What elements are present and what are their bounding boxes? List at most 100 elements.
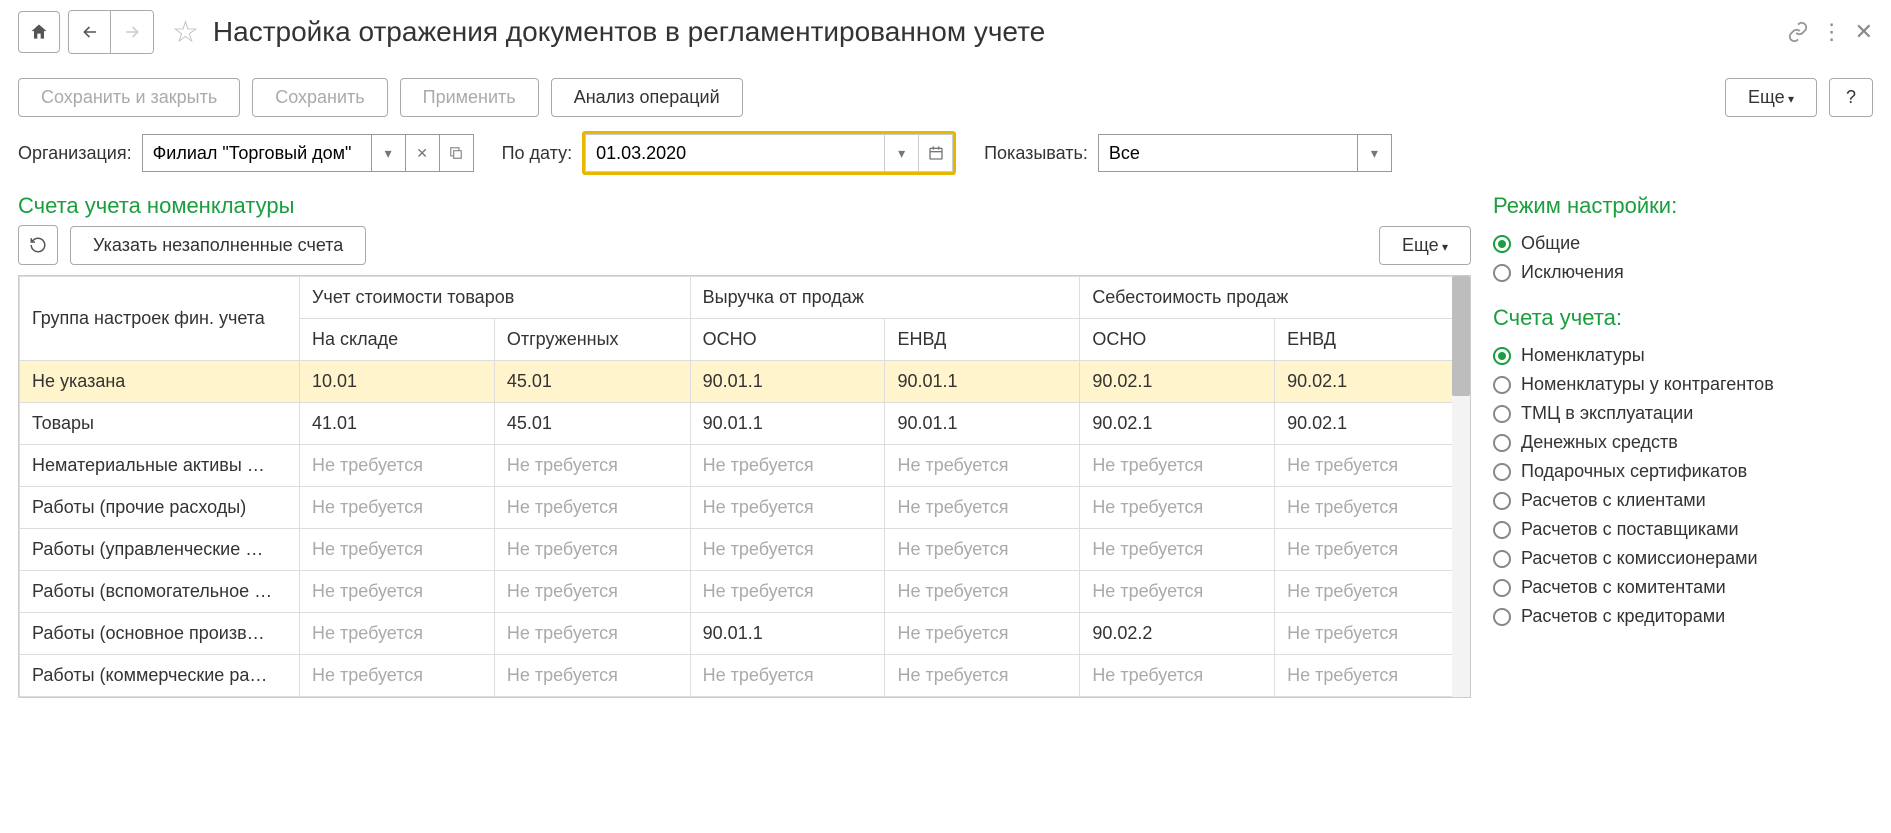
table-cell[interactable]: 90.02.1 [1275,361,1470,403]
accounts-option[interactable]: Расчетов с кредиторами [1493,606,1873,627]
col-cogs[interactable]: Себестоимость продаж [1080,277,1470,319]
table-row[interactable]: Работы (управленческие …Не требуетсяНе т… [20,529,1470,571]
table-cell[interactable]: 90.02.2 [1080,613,1275,655]
table-cell[interactable]: Не требуется [300,613,495,655]
col-revenue[interactable]: Выручка от продаж [690,277,1080,319]
col-cogs-osno[interactable]: ОСНО [1080,319,1275,361]
help-button[interactable]: ? [1829,78,1873,117]
table-cell[interactable]: Не требуется [1080,571,1275,613]
table-cell[interactable]: Не требуется [300,487,495,529]
accounts-option[interactable]: Денежных средств [1493,432,1873,453]
col-cost[interactable]: Учет стоимости товаров [300,277,691,319]
table-cell[interactable]: 90.01.1 [690,403,885,445]
table-cell[interactable]: Не требуется [690,571,885,613]
accounts-option[interactable]: Расчетов с клиентами [1493,490,1873,511]
table-cell[interactable]: 90.01.1 [885,403,1080,445]
table-scrollbar[interactable] [1452,276,1470,697]
table-cell[interactable]: Не требуется [1275,571,1470,613]
table-cell[interactable]: 45.01 [494,361,690,403]
table-cell[interactable]: Не указана [20,361,300,403]
table-cell[interactable]: Не требуется [1275,655,1470,697]
table-cell[interactable]: Не требуется [885,529,1080,571]
accounts-option[interactable]: Номенклатуры [1493,345,1873,366]
accounts-table[interactable]: Группа настроек фин. учета Учет стоимост… [19,276,1470,697]
col-stock[interactable]: На складе [300,319,495,361]
accounts-option[interactable]: Номенклатуры у контрагентов [1493,374,1873,395]
table-row[interactable]: Нематериальные активы …Не требуетсяНе тр… [20,445,1470,487]
table-cell[interactable]: 90.02.1 [1275,403,1470,445]
table-row[interactable]: Не указана10.0145.0190.01.190.01.190.02.… [20,361,1470,403]
mode-option[interactable]: Исключения [1493,262,1873,283]
table-cell[interactable]: 41.01 [300,403,495,445]
table-row[interactable]: Работы (основное произв…Не требуетсяНе т… [20,613,1470,655]
table-cell[interactable]: Не требуется [885,613,1080,655]
accounts-option[interactable]: Расчетов с комиссионерами [1493,548,1873,569]
table-cell[interactable]: 90.02.1 [1080,361,1275,403]
table-cell[interactable]: 90.01.1 [690,361,885,403]
accounts-option[interactable]: Расчетов с комитентами [1493,577,1873,598]
table-row[interactable]: Товары41.0145.0190.01.190.01.190.02.190.… [20,403,1470,445]
table-cell[interactable]: Не требуется [300,655,495,697]
table-cell[interactable]: Не требуется [1275,613,1470,655]
table-cell[interactable]: 10.01 [300,361,495,403]
table-cell[interactable]: Не требуется [1080,445,1275,487]
accounts-option[interactable]: Подарочных сертификатов [1493,461,1873,482]
table-cell[interactable]: Не требуется [885,487,1080,529]
table-more-button[interactable]: Еще [1379,226,1471,265]
table-cell[interactable]: Не требуется [690,655,885,697]
table-cell[interactable]: Не требуется [1275,445,1470,487]
mode-option[interactable]: Общие [1493,233,1873,254]
table-cell[interactable]: Не требуется [494,445,690,487]
table-cell[interactable]: Не требуется [690,487,885,529]
table-cell[interactable]: 90.01.1 [690,613,885,655]
table-cell[interactable]: Работы (основное произв… [20,613,300,655]
table-cell[interactable]: Не требуется [1080,529,1275,571]
table-cell[interactable]: 90.01.1 [885,361,1080,403]
show-dropdown-button[interactable]: ▾ [1358,134,1392,172]
org-input[interactable] [142,134,372,172]
analyze-button[interactable]: Анализ операций [551,78,743,117]
favorite-star-icon[interactable]: ☆ [172,15,199,50]
kebab-menu-icon[interactable]: ⋮ [1821,19,1843,45]
forward-button[interactable] [111,11,153,53]
table-cell[interactable]: 90.02.1 [1080,403,1275,445]
link-icon[interactable] [1787,21,1809,43]
table-cell[interactable]: Не требуется [494,529,690,571]
table-cell[interactable]: Работы (коммерческие ра… [20,655,300,697]
table-cell[interactable]: Не требуется [494,613,690,655]
date-input[interactable] [585,134,885,172]
table-cell[interactable]: Не требуется [885,655,1080,697]
table-cell[interactable]: Не требуется [494,571,690,613]
table-cell[interactable]: Нематериальные активы … [20,445,300,487]
org-open-button[interactable] [440,134,474,172]
table-row[interactable]: Работы (вспомогательное …Не требуетсяНе … [20,571,1470,613]
table-cell[interactable]: Не требуется [885,445,1080,487]
org-clear-button[interactable]: ✕ [406,134,440,172]
table-cell[interactable]: Работы (вспомогательное … [20,571,300,613]
show-input[interactable] [1098,134,1358,172]
table-cell[interactable]: Не требуется [494,487,690,529]
table-row[interactable]: Работы (коммерческие ра…Не требуетсяНе т… [20,655,1470,697]
table-cell[interactable]: Работы (прочие расходы) [20,487,300,529]
table-cell[interactable]: Не требуется [1275,529,1470,571]
table-cell[interactable]: Не требуется [690,445,885,487]
col-group[interactable]: Группа настроек фин. учета [20,277,300,361]
table-cell[interactable]: Не требуется [690,529,885,571]
table-cell[interactable]: Не требуется [1080,487,1275,529]
table-cell[interactable]: Работы (управленческие … [20,529,300,571]
more-button[interactable]: Еще [1725,78,1817,117]
table-cell[interactable]: Не требуется [494,655,690,697]
accounts-option[interactable]: Расчетов с поставщиками [1493,519,1873,540]
back-button[interactable] [69,11,111,53]
table-cell[interactable]: Не требуется [300,571,495,613]
table-cell[interactable]: 45.01 [494,403,690,445]
col-cogs-envd[interactable]: ЕНВД [1275,319,1470,361]
date-calendar-button[interactable] [919,134,953,172]
table-cell[interactable]: Товары [20,403,300,445]
apply-button[interactable]: Применить [400,78,539,117]
save-button[interactable]: Сохранить [252,78,387,117]
save-close-button[interactable]: Сохранить и закрыть [18,78,240,117]
fill-empty-button[interactable]: Указать незаполненные счета [70,226,366,265]
table-cell[interactable]: Не требуется [1275,487,1470,529]
col-rev-envd[interactable]: ЕНВД [885,319,1080,361]
